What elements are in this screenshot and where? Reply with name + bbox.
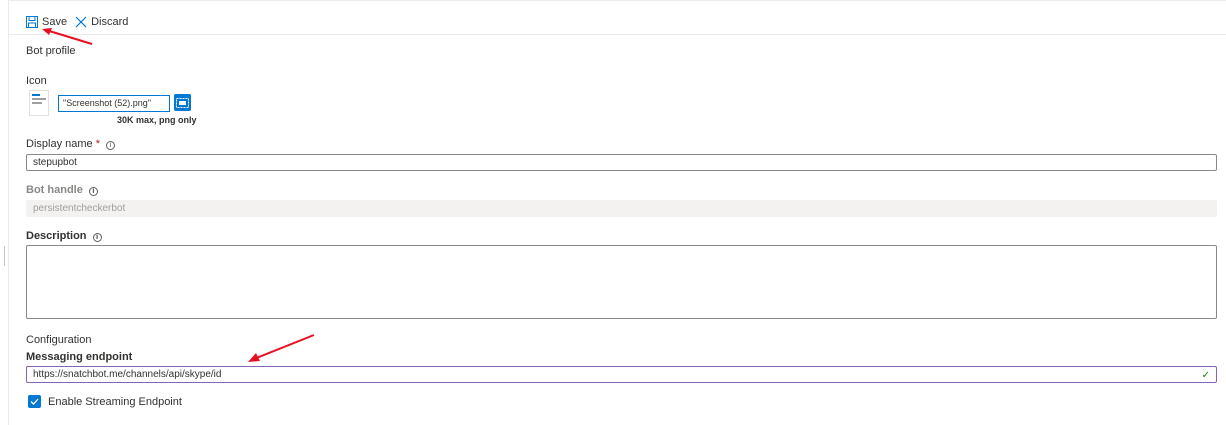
enable-streaming-checkbox[interactable]: Enable Streaming Endpoint — [28, 395, 182, 408]
toolbar-divider — [8, 34, 1226, 35]
description-label-text: Description — [26, 230, 87, 242]
discard-label: Discard — [91, 16, 129, 28]
valid-check-icon: ✓ — [1201, 370, 1210, 381]
section-title-bot-profile: Bot profile — [26, 45, 76, 57]
messaging-endpoint-input[interactable]: https://snatchbot.me/channels/api/skype/… — [26, 366, 1217, 383]
bot-handle-label: Bot handle i — [26, 184, 98, 196]
display-name-label: Display name * i — [26, 138, 116, 150]
discard-button[interactable]: Discard — [75, 16, 128, 28]
icon-label: Icon — [26, 75, 47, 87]
save-button[interactable]: Save — [26, 16, 67, 28]
messaging-endpoint-value: https://snatchbot.me/channels/api/skype/… — [33, 369, 222, 380]
browse-file-button[interactable] — [174, 94, 191, 111]
bot-icon-preview — [29, 90, 49, 116]
bot-handle-label-text: Bot handle — [26, 184, 83, 196]
required-asterisk: * — [95, 138, 100, 150]
command-bar: Save Discard — [26, 13, 136, 31]
messaging-endpoint-label: Messaging endpoint — [26, 351, 133, 363]
description-label: Description i — [26, 230, 102, 242]
bot-handle-input: persistentcheckerbot — [26, 200, 1217, 217]
info-icon[interactable]: i — [88, 187, 98, 196]
folder-icon — [176, 98, 189, 108]
description-textarea[interactable] — [26, 245, 1217, 319]
enable-streaming-label: Enable Streaming Endpoint — [48, 395, 182, 408]
section-title-configuration: Configuration — [26, 334, 92, 346]
info-icon[interactable]: i — [92, 233, 102, 242]
icon-file-field[interactable]: "Screenshot (52).png" — [58, 95, 170, 112]
info-icon[interactable]: i — [106, 141, 116, 150]
save-label: Save — [42, 16, 68, 28]
close-icon — [75, 16, 87, 28]
resize-grip[interactable] — [4, 246, 5, 266]
display-name-input[interactable]: stepupbot — [26, 154, 1217, 171]
checkbox-checked-icon — [28, 395, 41, 408]
display-name-label-text: Display name — [26, 138, 93, 150]
save-icon — [26, 16, 38, 28]
icon-size-hint: 30K max, png only — [117, 115, 197, 125]
